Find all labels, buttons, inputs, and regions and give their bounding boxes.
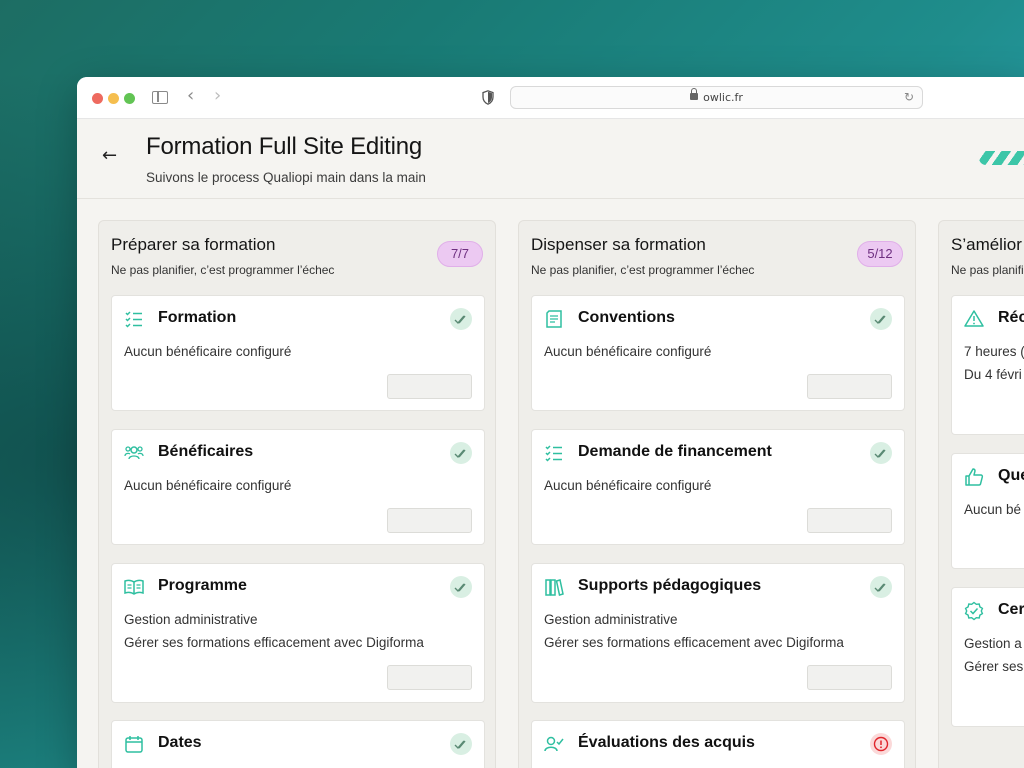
check-done-icon bbox=[450, 733, 472, 755]
card-beneficiaires[interactable]: Bénéficaires Aucun bénéficaire configuré bbox=[111, 429, 485, 545]
users-icon bbox=[124, 446, 144, 460]
card-evaluations-acquis[interactable]: Évaluations des acquis bbox=[531, 720, 905, 768]
card-title: Cer bbox=[998, 601, 1024, 618]
badge-check-icon bbox=[964, 601, 984, 621]
check-done-icon bbox=[870, 442, 892, 464]
checklist-icon bbox=[125, 311, 142, 328]
shield-icon[interactable] bbox=[482, 90, 494, 105]
progress-indicator bbox=[979, 151, 1024, 165]
column-title: S’amélior bbox=[951, 235, 1022, 254]
card-conventions[interactable]: Conventions Aucun bénéficaire configuré bbox=[531, 295, 905, 411]
browser-forward-icon[interactable]: › bbox=[214, 85, 221, 106]
card-title: Supports pédagogiques bbox=[578, 577, 762, 594]
address-bar[interactable]: owlic.fr ↻ bbox=[510, 86, 923, 109]
card-title: Bénéficaires bbox=[158, 443, 254, 460]
back-arrow-icon[interactable]: ← bbox=[102, 145, 117, 166]
url-text: owlic.fr bbox=[703, 91, 743, 104]
column-title: Préparer sa formation bbox=[111, 235, 276, 254]
card-action-button[interactable] bbox=[807, 508, 892, 533]
check-done-icon bbox=[450, 308, 472, 330]
column-dispenser: Dispenser sa formation Ne pas planifier,… bbox=[518, 220, 916, 768]
browser-window: ‹ › owlic.fr ↻ ← Formation Full Site Edi… bbox=[77, 77, 1024, 768]
page-header: ← Formation Full Site Editing Suivons le… bbox=[77, 119, 1024, 199]
column-subtitle: Ne pas planifi bbox=[951, 263, 1024, 277]
count-badge: 5/12 bbox=[857, 241, 903, 267]
card-certification[interactable]: Cer Gestion a Gérer ses bbox=[951, 587, 1024, 727]
column-subtitle: Ne pas planifier, c’est programmer l’éch… bbox=[531, 263, 755, 277]
checklist-icon bbox=[545, 445, 562, 462]
card-line: Aucun bénéficaire configuré bbox=[544, 344, 712, 359]
card-programme[interactable]: Programme Gestion administrative Gérer s… bbox=[111, 563, 485, 703]
lock-icon bbox=[690, 88, 699, 100]
card-action-button[interactable] bbox=[387, 665, 472, 690]
card-title: Que bbox=[998, 467, 1024, 484]
card-dates[interactable]: Dates bbox=[111, 720, 485, 768]
check-done-icon bbox=[450, 576, 472, 598]
card-title: Formation bbox=[158, 309, 237, 326]
card-title: Demande de financement bbox=[578, 443, 772, 460]
sidebar-toggle-icon[interactable] bbox=[152, 91, 168, 104]
card-questionnaire[interactable]: Que Aucun bé bbox=[951, 453, 1024, 569]
maximize-window-button[interactable] bbox=[124, 93, 135, 104]
book-open-icon bbox=[124, 579, 144, 595]
check-done-icon bbox=[870, 576, 892, 598]
user-check-icon bbox=[544, 736, 564, 752]
warning-icon bbox=[964, 310, 984, 327]
card-line: Gérer ses formations efficacement avec D… bbox=[544, 635, 844, 650]
books-icon bbox=[545, 579, 564, 596]
card-line: 7 heures ( bbox=[964, 344, 1024, 359]
count-badge: 7/7 bbox=[437, 241, 483, 267]
card-recap[interactable]: Réc 7 heures ( Du 4 févri bbox=[951, 295, 1024, 435]
page-subtitle: Suivons le process Qualiopi main dans la… bbox=[146, 170, 426, 185]
card-action-button[interactable] bbox=[387, 374, 472, 399]
card-line: Aucun bénéficaire configuré bbox=[124, 344, 292, 359]
close-window-button[interactable] bbox=[92, 93, 103, 104]
thumbs-up-icon bbox=[965, 468, 984, 486]
column-preparer: Préparer sa formation Ne pas planifier, … bbox=[98, 220, 496, 768]
card-line: Aucun bénéficaire configuré bbox=[124, 478, 292, 493]
card-action-button[interactable] bbox=[807, 665, 892, 690]
calendar-icon bbox=[125, 736, 143, 753]
card-line: Gérer ses formations efficacement avec D… bbox=[124, 635, 424, 650]
card-supports-pedagogiques[interactable]: Supports pédagogiques Gestion administra… bbox=[531, 563, 905, 703]
browser-toolbar: ‹ › owlic.fr ↻ bbox=[77, 77, 1024, 119]
column-ameliorer: S’amélior Ne pas planifi Réc 7 heures ( … bbox=[938, 220, 1024, 768]
card-line: Aucun bé bbox=[964, 502, 1022, 517]
card-line: Du 4 févri bbox=[964, 367, 1022, 382]
card-demande-financement[interactable]: Demande de financement Aucun bénéficaire… bbox=[531, 429, 905, 545]
card-formation[interactable]: Formation Aucun bénéficaire configuré bbox=[111, 295, 485, 411]
reload-icon[interactable]: ↻ bbox=[904, 87, 914, 108]
card-line: Gestion administrative bbox=[544, 612, 678, 627]
card-action-button[interactable] bbox=[387, 508, 472, 533]
column-subtitle: Ne pas planifier, c’est programmer l’éch… bbox=[111, 263, 335, 277]
check-done-icon bbox=[870, 308, 892, 330]
card-title: Dates bbox=[158, 734, 202, 751]
card-action-button[interactable] bbox=[807, 374, 892, 399]
card-line: Gérer ses bbox=[964, 659, 1024, 674]
card-line: Gestion a bbox=[964, 636, 1022, 651]
card-title: Conventions bbox=[578, 309, 675, 326]
card-title: Programme bbox=[158, 577, 247, 594]
check-done-icon bbox=[450, 442, 472, 464]
card-title: Évaluations des acquis bbox=[578, 734, 755, 751]
column-title: Dispenser sa formation bbox=[531, 235, 706, 254]
minimize-window-button[interactable] bbox=[108, 93, 119, 104]
page-title: Formation Full Site Editing bbox=[146, 133, 423, 160]
document-icon bbox=[546, 310, 562, 328]
alert-error-icon bbox=[870, 733, 892, 755]
card-line: Gestion administrative bbox=[124, 612, 258, 627]
card-line: Aucun bénéficaire configuré bbox=[544, 478, 712, 493]
browser-back-icon[interactable]: ‹ bbox=[187, 85, 194, 106]
card-title: Réc bbox=[998, 309, 1024, 326]
